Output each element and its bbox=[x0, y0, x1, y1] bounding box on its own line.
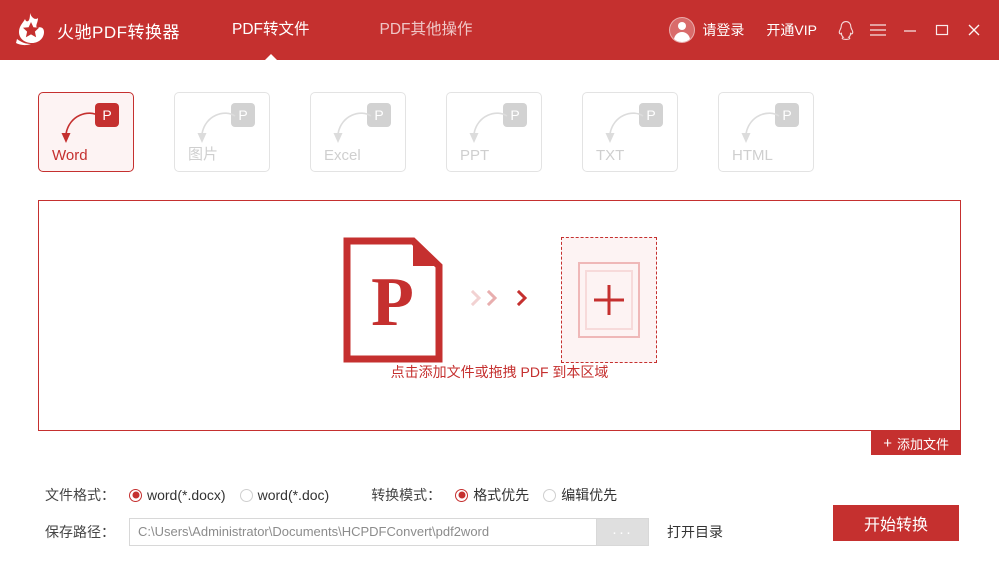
format-card-ppt[interactable]: P PPT bbox=[446, 92, 542, 172]
brand: 火驰PDF转换器 bbox=[10, 9, 180, 51]
format-card-label: Excel bbox=[324, 147, 361, 164]
add-plus-icon[interactable] bbox=[560, 237, 657, 363]
open-directory-link[interactable]: 打开目录 bbox=[667, 522, 723, 542]
format-card-list: P Word P 图片 P Excel P PPT P TXT P HTML bbox=[0, 92, 999, 172]
nav-item-pdf-other-ops[interactable]: PDF其他操作 bbox=[380, 0, 473, 60]
radio-format-priority[interactable]: 格式优先 bbox=[455, 485, 529, 505]
active-tab-caret-icon bbox=[264, 54, 277, 60]
nav-item-label: PDF其他操作 bbox=[379, 21, 473, 38]
save-path-input[interactable]: C:\Users\Administrator\Documents\HCPDFCo… bbox=[129, 518, 597, 546]
file-dropzone[interactable]: P 点击添加文件或拖拽 PDF 到本区域 bbox=[38, 200, 961, 431]
close-icon[interactable] bbox=[961, 17, 987, 43]
radio-dot-icon bbox=[129, 488, 142, 502]
format-card-label: HTML bbox=[732, 147, 773, 164]
pdf-letter: P bbox=[371, 264, 414, 342]
dropzone-graphics: P bbox=[343, 237, 657, 363]
file-format-label: 文件格式： bbox=[45, 487, 115, 503]
format-card-html[interactable]: P HTML bbox=[718, 92, 814, 172]
radio-edit-priority[interactable]: 编辑优先 bbox=[543, 485, 617, 505]
login-label: 请登录 bbox=[702, 22, 745, 38]
add-file-plus-icon: + bbox=[883, 434, 892, 452]
minimize-icon[interactable] bbox=[897, 17, 923, 43]
nav-item-label: PDF转文件 bbox=[232, 21, 310, 38]
radio-label: 格式优先 bbox=[473, 487, 530, 503]
format-card-image[interactable]: P 图片 bbox=[174, 92, 270, 172]
radio-word-docx[interactable]: word(*.docx) bbox=[129, 487, 226, 503]
open-vip-button[interactable]: 开通VIP bbox=[766, 20, 817, 40]
radio-dot-icon bbox=[239, 488, 253, 502]
format-card-label: PPT bbox=[460, 147, 490, 164]
format-card-label: TXT bbox=[596, 147, 625, 164]
flame-logo-icon bbox=[10, 9, 52, 51]
radio-label: word(*.docx) bbox=[147, 487, 226, 503]
format-card-word[interactable]: P Word bbox=[38, 92, 134, 172]
hamburger-menu-icon[interactable] bbox=[865, 17, 891, 43]
pdf-document-icon: P bbox=[343, 237, 443, 363]
save-path-label: 保存路径： bbox=[45, 524, 115, 540]
start-convert-button[interactable]: 开始转换 bbox=[833, 505, 959, 541]
format-card-label: 图片 bbox=[188, 146, 219, 163]
add-file-label: 添加文件 bbox=[896, 436, 949, 452]
nav-item-pdf-to-file[interactable]: PDF转文件 bbox=[232, 0, 310, 60]
radio-dot-icon bbox=[455, 488, 469, 502]
app-title: 火驰PDF转换器 bbox=[57, 22, 180, 42]
format-card-txt[interactable]: P TXT bbox=[582, 92, 678, 172]
plus-vertical-bar bbox=[607, 285, 610, 315]
titlebar: 火驰PDF转换器 PDF转文件 PDF其他操作 请登录 开通VIP bbox=[0, 0, 999, 60]
dropzone-hint-text: 点击添加文件或拖拽 PDF 到本区域 bbox=[390, 364, 609, 380]
window-system-area: 请登录 开通VIP bbox=[669, 0, 999, 60]
maximize-icon[interactable] bbox=[929, 17, 955, 43]
user-avatar-icon bbox=[669, 17, 696, 43]
save-path-row: 保存路径： C:\Users\Administrator\Documents\H… bbox=[45, 518, 723, 546]
main-nav: PDF转文件 PDF其他操作 bbox=[232, 0, 543, 60]
add-file-button[interactable]: + 添加文件 bbox=[871, 431, 961, 455]
login-button[interactable]: 请登录 bbox=[669, 17, 744, 43]
radio-label: word(*.doc) bbox=[257, 487, 330, 503]
options-row: 文件格式： word(*.docx) word(*.doc) 转换模式： 格式优… bbox=[45, 485, 617, 505]
format-card-excel[interactable]: P Excel bbox=[310, 92, 406, 172]
convert-mode-label: 转换模式： bbox=[371, 487, 442, 503]
radio-label: 编辑优先 bbox=[561, 487, 618, 503]
browse-folder-button[interactable]: ··· bbox=[597, 518, 649, 546]
radio-dot-icon bbox=[543, 488, 557, 502]
format-card-label: Word bbox=[52, 147, 88, 164]
chevron-right-icon bbox=[470, 289, 533, 311]
qq-penguin-icon[interactable] bbox=[833, 17, 859, 43]
radio-word-doc[interactable]: word(*.doc) bbox=[239, 487, 330, 503]
